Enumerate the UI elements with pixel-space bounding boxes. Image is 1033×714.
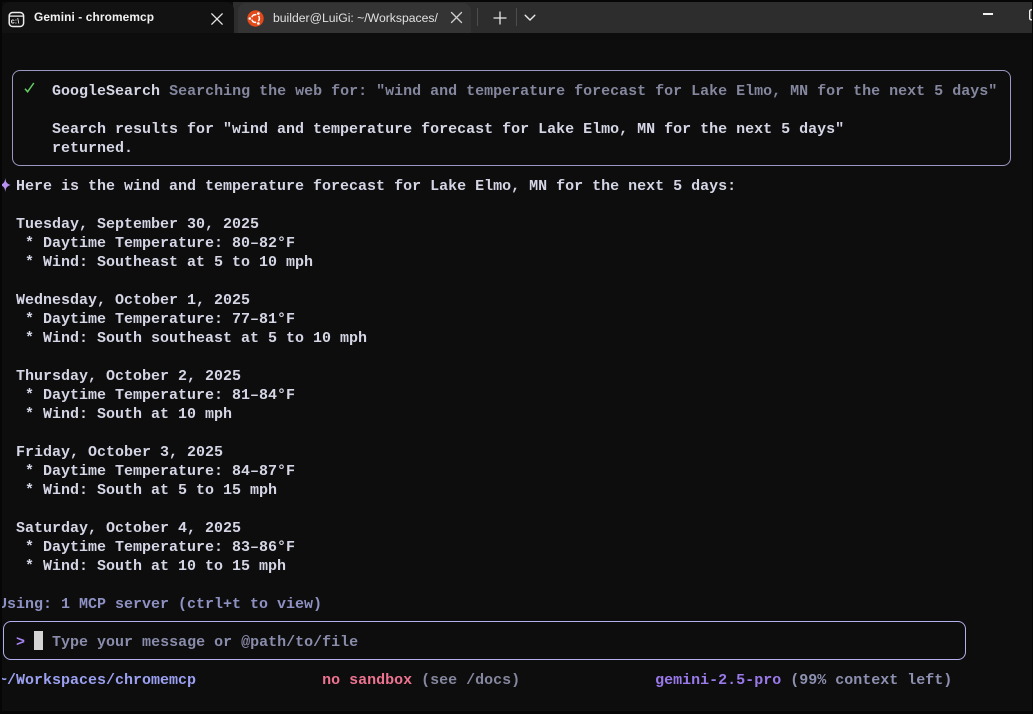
svg-text:c:\: c:\ [11,17,19,26]
